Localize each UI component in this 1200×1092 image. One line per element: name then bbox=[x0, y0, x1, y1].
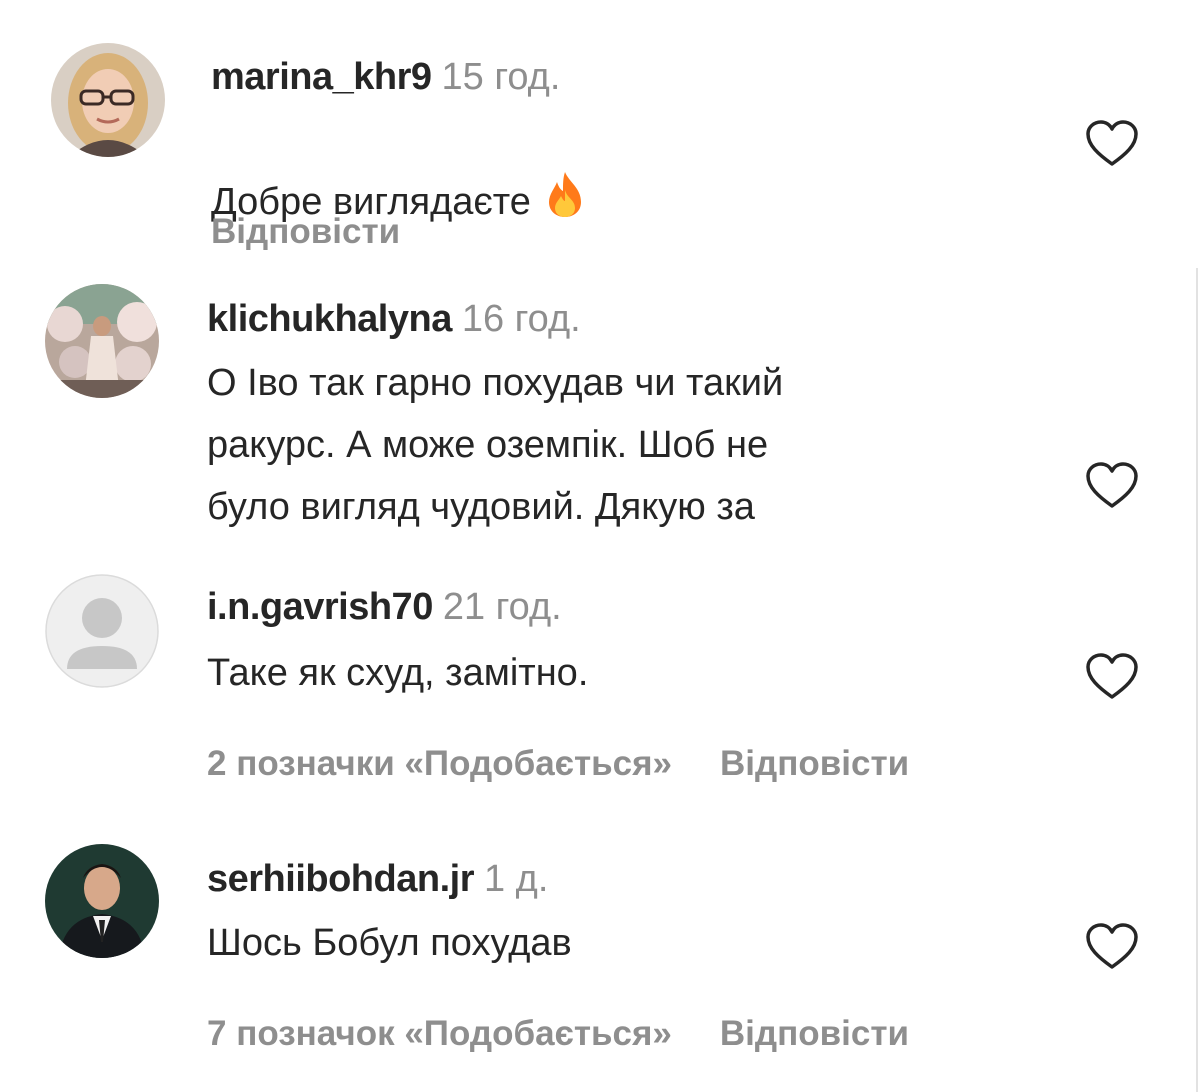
avatar[interactable] bbox=[45, 574, 159, 688]
reply-button[interactable]: Відповісти bbox=[720, 742, 909, 786]
like-heart-icon[interactable] bbox=[1084, 921, 1140, 971]
comment-text: Таке як схуд, замітно. bbox=[207, 652, 589, 694]
user-photo-icon bbox=[45, 284, 159, 398]
avatar[interactable] bbox=[45, 844, 159, 958]
reply-button[interactable]: Відповісти bbox=[211, 210, 400, 254]
user-photo-icon bbox=[45, 844, 159, 958]
likes-count-link[interactable]: 7 позначок «Подобається» bbox=[207, 1012, 672, 1056]
avatar[interactable] bbox=[51, 43, 165, 157]
timestamp[interactable]: 21 год. bbox=[443, 586, 562, 628]
username-link[interactable]: marina_khr9 bbox=[211, 56, 432, 98]
like-heart-icon[interactable] bbox=[1084, 118, 1140, 168]
user-photo-icon bbox=[51, 43, 165, 157]
username-link[interactable]: klichukhalyna bbox=[207, 298, 452, 340]
comment-text: Шось Бобул похудав bbox=[207, 922, 572, 964]
username-link[interactable]: i.n.gavrish70 bbox=[207, 586, 433, 628]
like-heart-icon[interactable] bbox=[1084, 460, 1140, 510]
like-heart-icon[interactable] bbox=[1084, 651, 1140, 701]
timestamp[interactable]: 1 д. bbox=[484, 858, 548, 900]
avatar[interactable] bbox=[45, 284, 159, 398]
reply-button[interactable]: Відповісти bbox=[720, 1012, 909, 1056]
fire-icon bbox=[545, 170, 585, 237]
timestamp[interactable]: 16 год. bbox=[462, 298, 581, 340]
username-link[interactable]: serhiibohdan.jr bbox=[207, 858, 474, 900]
default-user-icon bbox=[45, 574, 159, 688]
scrollbar-track[interactable] bbox=[1196, 268, 1198, 1092]
likes-count-link[interactable]: 2 позначки «Подобається» bbox=[207, 742, 672, 786]
timestamp[interactable]: 15 год. bbox=[442, 56, 561, 98]
comment-text: О Іво так гарно похудав чи такий ракурс.… bbox=[207, 362, 784, 528]
